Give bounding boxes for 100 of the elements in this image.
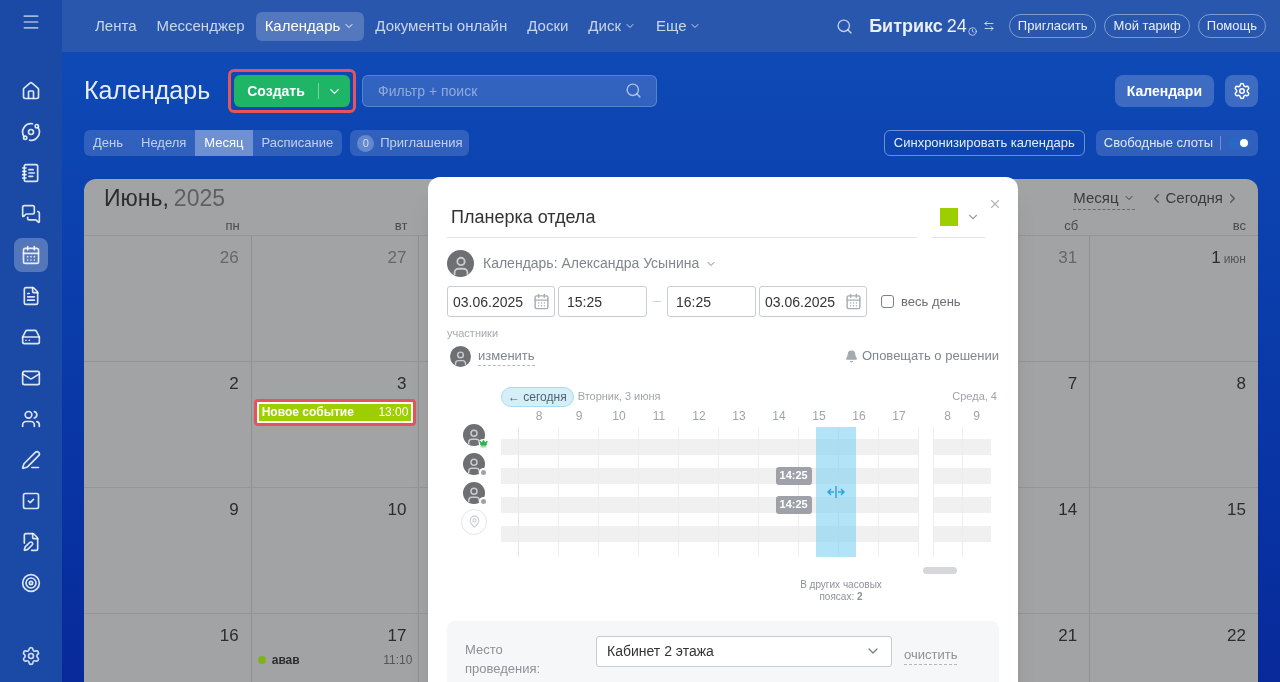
view-tab[interactable]: Расписание bbox=[252, 130, 343, 156]
date-field[interactable]: 03.06.2025 bbox=[759, 286, 867, 317]
view-dropdown[interactable]: Месяц bbox=[1073, 186, 1135, 210]
notebook-icon bbox=[21, 163, 41, 183]
day-number: 27 bbox=[387, 247, 407, 269]
sidebar-item[interactable] bbox=[14, 238, 48, 272]
nav-item[interactable]: Еще bbox=[646, 11, 711, 41]
title-field[interactable]: Планерка отдела bbox=[447, 197, 917, 238]
free-slots-label: Свободные слоты bbox=[1103, 134, 1213, 153]
view-tab[interactable]: Неделя bbox=[132, 130, 196, 156]
location-label: Место проведения: bbox=[465, 640, 542, 678]
switch-icon[interactable] bbox=[982, 20, 995, 32]
hour-label: 9 bbox=[973, 408, 980, 423]
chat-icon bbox=[21, 204, 41, 224]
year-title: 2025 bbox=[173, 184, 226, 213]
brand-logo: Битрикс bbox=[869, 14, 943, 38]
day-number: 3 bbox=[396, 373, 407, 395]
avatar bbox=[463, 452, 485, 475]
hour-label: 10 bbox=[612, 408, 626, 423]
event-title[interactable]: авав bbox=[271, 650, 300, 669]
hour-label: 8 bbox=[944, 408, 951, 423]
day-number: 8 bbox=[1236, 373, 1246, 395]
change-link[interactable]: изменить bbox=[478, 345, 535, 367]
hour-label: 17 bbox=[892, 408, 906, 423]
weekday-label: вт bbox=[394, 217, 408, 233]
file-edit-icon bbox=[21, 532, 41, 552]
day-number: 16 bbox=[219, 625, 239, 647]
day-number: 7 bbox=[1067, 373, 1078, 395]
day-number: 9 bbox=[229, 499, 239, 521]
hour-label: 16 bbox=[852, 408, 866, 423]
search-icon[interactable] bbox=[836, 17, 854, 35]
all-day-checkbox[interactable] bbox=[881, 295, 894, 308]
scrollbar-thumb[interactable] bbox=[923, 566, 957, 574]
create-button[interactable]: Создать bbox=[234, 75, 350, 107]
pen-icon bbox=[21, 450, 41, 470]
settings-icon[interactable] bbox=[21, 646, 41, 666]
calendars-button[interactable]: Календари bbox=[1114, 75, 1214, 107]
today-button[interactable]: Сегодня bbox=[1165, 187, 1223, 210]
view-tab[interactable]: Месяц bbox=[195, 130, 253, 156]
location-select[interactable]: Кабинет 2 этажа bbox=[596, 635, 892, 667]
today-button[interactable]: ← сегодня bbox=[501, 386, 574, 407]
avatar bbox=[463, 481, 485, 504]
settings-button[interactable] bbox=[1225, 75, 1258, 107]
time-field[interactable]: 16:25 bbox=[667, 286, 756, 317]
hour-label: 12 bbox=[692, 408, 706, 423]
day-number: 26 bbox=[219, 247, 239, 269]
drive-icon bbox=[21, 327, 41, 347]
brand-logo-suffix: 24 bbox=[946, 14, 967, 38]
nav-item[interactable]: Мессенджер bbox=[147, 11, 254, 41]
hour-label: 15 bbox=[812, 408, 826, 423]
day-number: 31 bbox=[1058, 247, 1078, 269]
time-field[interactable]: 15:25 bbox=[558, 286, 647, 317]
hour-label: 8 bbox=[535, 408, 543, 423]
calendar-icon bbox=[845, 293, 862, 310]
search-icon bbox=[625, 82, 642, 99]
hour-label: 13 bbox=[732, 408, 746, 423]
nav-item[interactable]: Документы онлайн bbox=[366, 11, 517, 41]
notify-toggle[interactable]: Оповещать о решении bbox=[845, 346, 999, 366]
settings-icon bbox=[1232, 82, 1251, 100]
clock-icon bbox=[967, 26, 977, 36]
day-label: Среда, 4 bbox=[952, 389, 997, 405]
timezone-note: В других часовых поясах: 2 bbox=[799, 578, 883, 603]
day-label: Вторник, 3 июня bbox=[577, 389, 661, 405]
nav-item[interactable]: Доски bbox=[518, 11, 578, 41]
nav-item[interactable]: Лента bbox=[86, 11, 146, 41]
month-label: июн bbox=[1223, 251, 1246, 268]
weekday-label: вс bbox=[1232, 217, 1246, 233]
calendar-selector[interactable]: Календарь: Александра Усынина bbox=[483, 253, 718, 274]
target-icon bbox=[21, 573, 41, 593]
calendar-icon bbox=[21, 245, 41, 265]
checkbox-icon bbox=[21, 491, 41, 511]
event-time: 11:10 bbox=[383, 651, 413, 669]
pin-icon bbox=[467, 515, 481, 528]
avatar bbox=[463, 423, 485, 446]
view-tab[interactable]: День bbox=[84, 130, 132, 156]
nav-item[interactable]: Календарь bbox=[255, 11, 365, 41]
menu-icon[interactable] bbox=[21, 12, 41, 32]
day-number: 21 bbox=[1058, 625, 1078, 647]
month-title: Июнь, bbox=[104, 184, 169, 213]
day-number: 15 bbox=[1227, 499, 1246, 521]
weekday-label: пн bbox=[225, 217, 240, 233]
day-number: 22 bbox=[1227, 625, 1246, 647]
toggle-switch[interactable] bbox=[1228, 137, 1250, 149]
date-field[interactable]: 03.06.2025 bbox=[447, 286, 555, 317]
bell-icon bbox=[845, 349, 858, 363]
avatar bbox=[450, 345, 471, 367]
home-icon bbox=[21, 81, 41, 101]
invitations-button[interactable]: 0 Приглашения bbox=[350, 130, 470, 156]
day-number: 2 bbox=[229, 373, 239, 395]
attendees-label: участники bbox=[447, 326, 500, 341]
nav-item[interactable]: Диск bbox=[579, 11, 645, 41]
hour-label: 11 bbox=[652, 408, 666, 423]
sync-button[interactable]: Синхронизировать календарь bbox=[883, 130, 1085, 156]
document-icon bbox=[21, 286, 41, 306]
count-badge: 0 bbox=[357, 134, 375, 152]
hour-label: 9 bbox=[575, 408, 583, 423]
users-icon bbox=[21, 409, 41, 429]
calendar-icon bbox=[533, 293, 550, 310]
clear-link[interactable]: очистить bbox=[904, 644, 958, 665]
orbit-icon bbox=[21, 122, 41, 142]
